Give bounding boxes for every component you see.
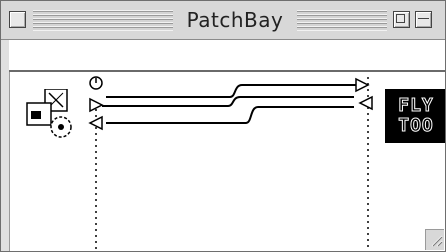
grow-box[interactable] [425, 229, 444, 250]
title-bar-stripes-left [33, 10, 173, 31]
connection-top[interactable] [106, 84, 358, 98]
close-box-button[interactable] [9, 11, 26, 28]
window-title: PatchBay [186, 8, 284, 32]
clock-icon[interactable] [89, 76, 103, 90]
device-logo-line2: TOO [398, 115, 434, 137]
patchbay-window: PatchBay FLY TOO [0, 0, 446, 252]
windowshade-box-button[interactable] [415, 11, 432, 28]
device-logo-line1: FLY [398, 95, 434, 117]
midi-app-icon[interactable] [25, 88, 77, 143]
right-output-port-arrow-icon[interactable] [358, 95, 373, 111]
right-input-port-arrow-icon[interactable] [355, 77, 370, 93]
title-bar-stripes-right [297, 10, 387, 31]
zoom-box-button[interactable] [393, 11, 410, 28]
connection-bottom[interactable] [106, 106, 354, 124]
title-bar[interactable]: PatchBay [1, 1, 445, 40]
header-strip [9, 40, 445, 72]
device-logo[interactable]: FLY TOO [385, 89, 445, 143]
